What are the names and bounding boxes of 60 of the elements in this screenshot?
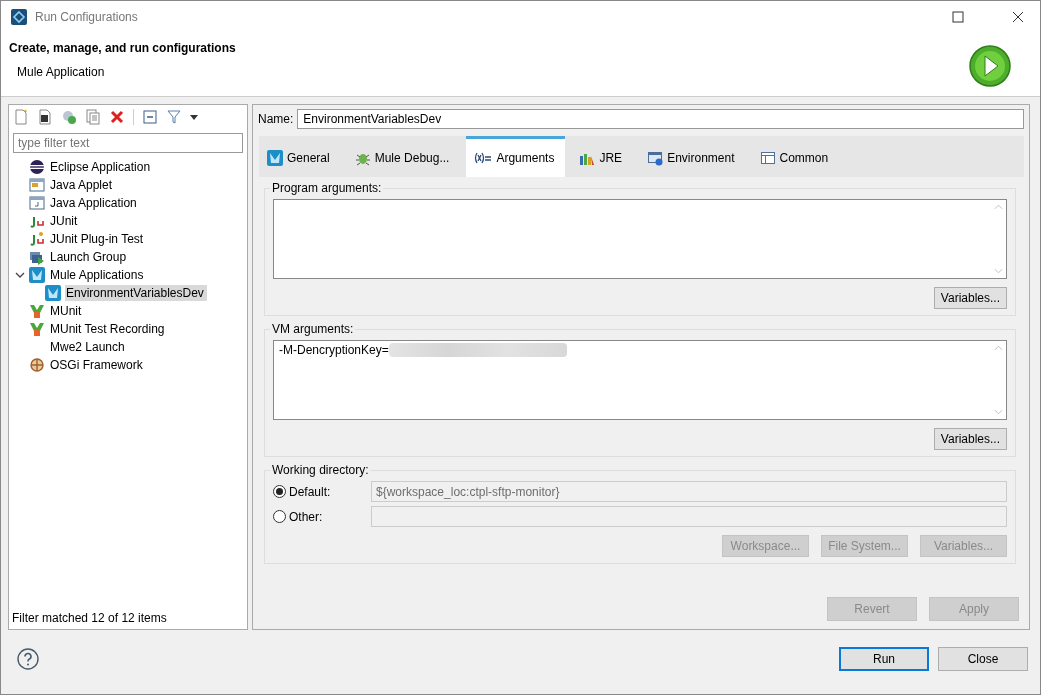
- tree-item[interactable]: Eclipse Application: [49, 159, 154, 175]
- tree-item[interactable]: JUnit: [49, 213, 81, 229]
- environment-icon: [647, 150, 664, 166]
- junit-icon: [29, 231, 45, 247]
- tab[interactable]: Mule Debug...: [346, 136, 461, 177]
- tree-item[interactable]: MUnit Test Recording: [49, 321, 168, 337]
- munit-icon: [29, 303, 45, 319]
- filter-status: Filter matched 12 of 12 items: [11, 611, 168, 627]
- tree-item[interactable]: OSGi Framework: [49, 357, 146, 373]
- dialog-button[interactable]: Run: [839, 647, 929, 671]
- tab[interactable]: JRE: [571, 136, 634, 177]
- name-label: Name:: [258, 112, 294, 126]
- group-label: Program arguments:: [271, 181, 383, 195]
- export-icon[interactable]: [85, 109, 101, 125]
- name-field[interactable]: EnvironmentVariablesDev: [297, 109, 1024, 129]
- variables-button[interactable]: Variables...: [933, 428, 1007, 450]
- applet-icon: [29, 177, 45, 193]
- mule-icon: [29, 267, 45, 283]
- table-icon: [759, 150, 776, 166]
- header-title: Create, manage, and run configurations: [9, 41, 237, 55]
- dropdown-icon[interactable]: [190, 114, 198, 120]
- close-icon[interactable]: [1012, 10, 1024, 23]
- tab[interactable]: Arguments: [466, 136, 566, 177]
- filter-field[interactable]: type filter text: [13, 133, 243, 153]
- dialog-button[interactable]: Close: [938, 647, 1028, 671]
- mule-icon: [267, 150, 283, 166]
- help-icon[interactable]: [17, 648, 39, 670]
- launch-group-icon: [29, 249, 45, 265]
- window-icon: [29, 195, 45, 211]
- tree-item[interactable]: Java Application: [49, 195, 140, 211]
- filter-icon[interactable]: [166, 109, 182, 125]
- eclipse-icon: [29, 159, 45, 175]
- tree-item[interactable]: Launch Group: [49, 249, 130, 265]
- window-title: Run Configurations: [35, 9, 138, 24]
- tree-item[interactable]: Java Applet: [49, 177, 116, 193]
- mule-icon: [45, 285, 61, 301]
- tree-item[interactable]: Mule Applications: [49, 267, 147, 283]
- prototype-icon[interactable]: [37, 109, 53, 125]
- tab[interactable]: Common: [751, 136, 840, 177]
- crosshair-icon: [29, 357, 45, 373]
- tab[interactable]: Environment: [639, 136, 746, 177]
- collapse-all-icon[interactable]: [142, 109, 158, 125]
- new-icon[interactable]: [13, 109, 29, 125]
- tree-item[interactable]: JUnit Plug-in Test: [49, 231, 147, 247]
- group-label: VM arguments:: [271, 322, 355, 336]
- tree-item[interactable]: EnvironmentVariablesDev: [65, 285, 207, 301]
- variables-icon: [474, 152, 493, 164]
- app-icon: [11, 8, 27, 25]
- delete-icon[interactable]: [109, 109, 125, 125]
- munit-icon: [29, 321, 45, 337]
- group-label: Working directory:: [271, 463, 370, 477]
- variables-button[interactable]: Variables...: [933, 287, 1007, 309]
- maximize-icon[interactable]: [952, 10, 964, 23]
- header-subtitle: Mule Application: [16, 64, 106, 79]
- duplicate-icon[interactable]: [61, 109, 77, 125]
- argument-text: -M-DencryptionKey=: [279, 343, 389, 357]
- tree-item[interactable]: MUnit: [49, 303, 85, 319]
- run-icon: [968, 44, 1012, 88]
- tree-item[interactable]: Mwe2 Launch: [49, 339, 128, 355]
- tab[interactable]: General: [259, 136, 341, 177]
